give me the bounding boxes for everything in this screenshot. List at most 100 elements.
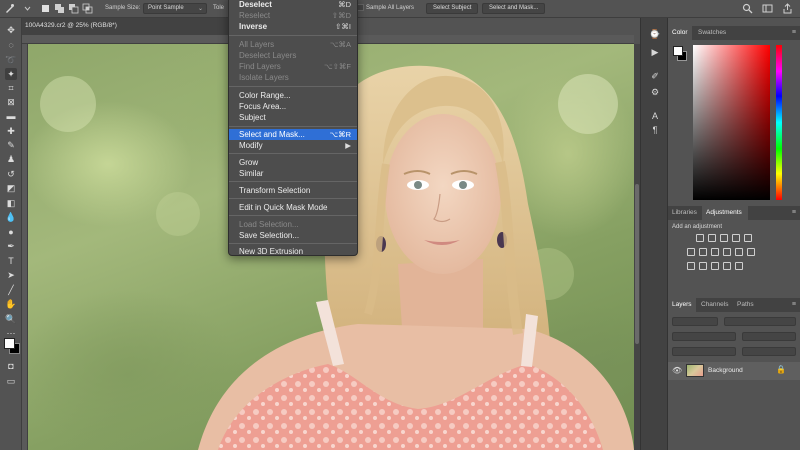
blur-tool-icon[interactable]: 💧 [5, 211, 17, 223]
selective-color-icon[interactable] [735, 262, 743, 270]
eye-icon[interactable]: 👁 [672, 366, 682, 375]
panel-menu-icon[interactable]: ≡ [792, 29, 796, 36]
add-to-selection-icon[interactable] [54, 3, 65, 14]
workspace-icon[interactable] [762, 3, 773, 14]
vibrance-icon[interactable] [744, 234, 752, 242]
tab-color[interactable]: Color [672, 29, 688, 36]
dodge-tool-icon[interactable]: ● [5, 226, 17, 238]
menu-item-select-and-mask[interactable]: Select and Mask... ⌥⌘R [229, 129, 357, 140]
blend-mode-select[interactable] [672, 332, 736, 341]
menu-item-all-layers: All Layers ⌥⌘A [229, 39, 357, 50]
zoom-tool-icon[interactable]: 🔍 [5, 313, 17, 325]
type-tool-icon[interactable]: T [5, 255, 17, 267]
menu-item-quick-mask[interactable]: Edit in Quick Mask Mode [229, 202, 357, 213]
menu-item-similar[interactable]: Similar [229, 168, 357, 179]
tab-adjustments[interactable]: Adjustments [706, 209, 742, 216]
posterize-icon[interactable] [699, 262, 707, 270]
exposure-icon[interactable] [732, 234, 740, 242]
gradient-tool-icon[interactable]: ◧ [5, 197, 17, 209]
history-icon[interactable]: ⌚ [649, 28, 661, 40]
sample-size-select[interactable]: Point Sample ⌄ [143, 3, 207, 14]
brightness-contrast-icon[interactable] [696, 234, 704, 242]
select-and-mask-button[interactable]: Select and Mask... [482, 3, 546, 14]
fill-field[interactable] [742, 347, 796, 356]
share-icon[interactable] [782, 3, 793, 14]
frame-tool-icon[interactable]: ⊠ [5, 96, 17, 108]
gradient-map-icon[interactable] [723, 262, 731, 270]
photo-filter-icon[interactable] [723, 248, 731, 256]
menu-item-focus-area[interactable]: Focus Area... [229, 101, 357, 112]
marquee-tool-icon[interactable]: ◌ [5, 39, 17, 51]
pen-tool-icon[interactable]: ✒ [5, 240, 17, 252]
lock-controls[interactable] [672, 347, 736, 356]
crop-tool-icon[interactable]: ⌗ [5, 82, 17, 94]
color-picker-field[interactable] [693, 45, 770, 200]
menu-item-label: Modify [239, 141, 263, 150]
curves-icon[interactable] [720, 234, 728, 242]
select-subject-button[interactable]: Select Subject [426, 3, 479, 14]
actions-play-icon[interactable]: ▶ [649, 46, 661, 58]
menu-item-deselect[interactable]: Deselect ⌘D [229, 0, 357, 10]
menu-item-deselect-layers: Deselect Layers [229, 50, 357, 61]
menu-item-save-selection[interactable]: Save Selection... [229, 230, 357, 241]
color-foreground-swatch[interactable] [673, 46, 683, 56]
panel-menu-icon[interactable]: ≡ [792, 301, 796, 308]
chevron-down-icon[interactable] [22, 3, 33, 14]
subtract-from-selection-icon[interactable] [68, 3, 79, 14]
layer-filter-kind[interactable] [672, 317, 718, 326]
quick-mask-icon[interactable]: ◘ [5, 360, 17, 372]
menu-item-new-3d-extrusion[interactable]: New 3D Extrusion [229, 246, 357, 257]
layer-row-background[interactable]: 👁 Background 🔒 [668, 362, 800, 380]
brush-settings-icon[interactable]: ✐ [649, 70, 661, 82]
scrollbar-thumb[interactable] [635, 184, 639, 344]
eraser-tool-icon[interactable]: ◩ [5, 182, 17, 194]
threshold-icon[interactable] [711, 262, 719, 270]
menu-item-reselect: Reselect ⇧⌘D [229, 10, 357, 21]
path-selection-tool-icon[interactable]: ➤ [5, 269, 17, 281]
tab-paths[interactable]: Paths [737, 301, 754, 308]
opacity-field[interactable] [742, 332, 796, 341]
color-balance-icon[interactable] [699, 248, 707, 256]
properties-icon[interactable]: ⚙ [649, 86, 661, 98]
tab-channels[interactable]: Channels [701, 301, 728, 308]
levels-icon[interactable] [708, 234, 716, 242]
brush-tool-icon[interactable]: ✎ [5, 139, 17, 151]
line-tool-icon[interactable]: ╱ [5, 284, 17, 296]
paragraph-icon[interactable]: ¶ [649, 124, 661, 136]
layer-filter-icons[interactable] [724, 317, 796, 326]
invert-icon[interactable] [687, 262, 695, 270]
color-lookup-icon[interactable] [747, 248, 755, 256]
screen-mode-icon[interactable]: ▭ [5, 375, 17, 387]
magic-wand-tool-icon[interactable]: ✦ [5, 68, 17, 80]
hand-tool-icon[interactable]: ✋ [5, 298, 17, 310]
character-icon[interactable]: A [649, 110, 661, 122]
tool-preset-icon[interactable] [4, 3, 15, 14]
tab-libraries[interactable]: Libraries [672, 209, 697, 216]
move-tool-icon[interactable]: ✥ [5, 24, 17, 36]
healing-brush-tool-icon[interactable]: ✚ [5, 125, 17, 137]
hue-saturation-icon[interactable] [687, 248, 695, 256]
menu-item-transform-selection[interactable]: Transform Selection [229, 185, 357, 196]
intersect-selection-icon[interactable] [82, 3, 93, 14]
channel-mixer-icon[interactable] [735, 248, 743, 256]
history-brush-tool-icon[interactable]: ↺ [5, 168, 17, 180]
hue-slider[interactable] [776, 45, 782, 200]
tab-layers[interactable]: Layers [672, 301, 692, 308]
menu-item-subject[interactable]: Subject [229, 112, 357, 123]
black-white-icon[interactable] [711, 248, 719, 256]
document-tab[interactable]: 100A4329.cr2 @ 25% (RGB/8*) [22, 18, 232, 35]
menu-item-color-range[interactable]: Color Range... [229, 90, 357, 101]
foreground-color-swatch[interactable] [4, 338, 15, 349]
panel-menu-icon[interactable]: ≡ [792, 209, 796, 216]
eyedropper-tool-icon[interactable]: ▬ [5, 110, 17, 122]
search-icon[interactable] [742, 3, 753, 14]
lasso-tool-icon[interactable]: ➰ [5, 54, 17, 66]
tab-swatches[interactable]: Swatches [698, 29, 726, 36]
menu-item-inverse[interactable]: Inverse ⇧⌘I [229, 21, 357, 32]
new-selection-icon[interactable] [40, 3, 51, 14]
clone-stamp-tool-icon[interactable]: ♟ [5, 153, 17, 165]
sample-all-layers-checkbox[interactable] [357, 4, 364, 11]
menu-item-shortcut: ⌘D [338, 0, 351, 9]
menu-item-grow[interactable]: Grow [229, 157, 357, 168]
menu-item-modify[interactable]: Modify ▶ [229, 140, 357, 151]
